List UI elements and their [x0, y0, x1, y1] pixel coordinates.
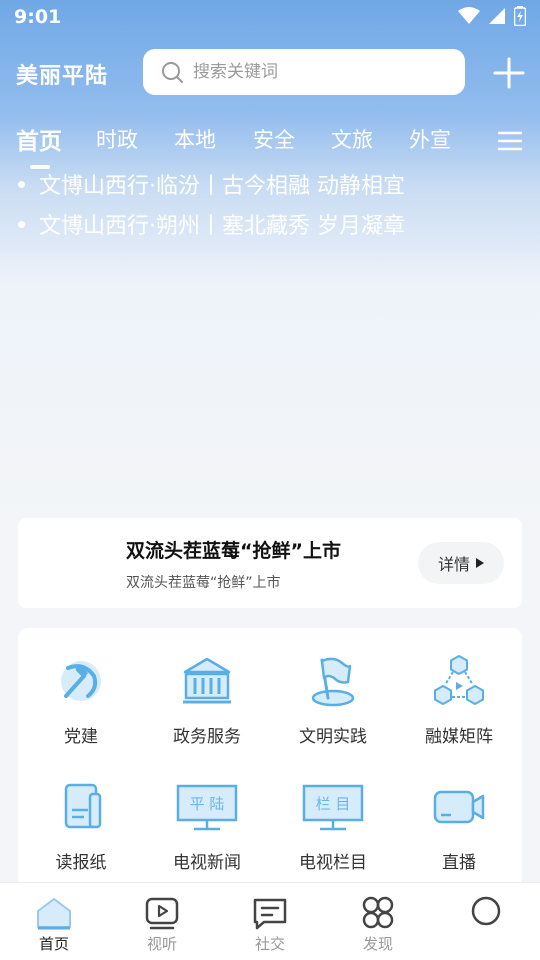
video-play-icon	[145, 897, 179, 930]
service-party-building[interactable]: 党建	[18, 654, 144, 747]
nav-label: 首页	[38, 935, 69, 953]
nav-label: 视听	[146, 935, 177, 953]
status-icons	[458, 6, 526, 26]
nav-label: 发现	[362, 935, 393, 953]
tv-screen-text: 栏 目	[316, 795, 351, 813]
service-label: 电视栏目	[299, 853, 367, 873]
detail-button[interactable]: 详情	[418, 542, 504, 584]
headline-item[interactable]: 文博山西行·朔州丨塞北藏秀 岁月凝章	[18, 208, 405, 240]
service-label: 党建	[64, 727, 98, 747]
nav-audiovisual[interactable]: 视听	[108, 895, 216, 954]
hexagon-matrix-icon	[434, 654, 484, 706]
add-button[interactable]	[492, 56, 526, 90]
headline-text: 文博山西行·临汾丨古今相融 动静相宜	[39, 174, 405, 199]
search-icon	[162, 62, 183, 83]
service-label: 电视新闻	[173, 853, 241, 873]
service-newspaper[interactable]: 读报纸	[18, 780, 144, 873]
service-label: 文明实践	[299, 727, 367, 747]
tab-safety[interactable]: 安全	[253, 124, 295, 154]
tv-news-icon: 平 陆	[176, 784, 238, 831]
notice-card[interactable]: 双流头茬蓝莓“抢鲜”上市 双流头茬蓝莓“抢鲜”上市 详情	[18, 518, 522, 608]
signal-icon	[489, 8, 505, 24]
top-bar: 美丽平陆	[0, 46, 540, 96]
tab-politics[interactable]: 时政	[96, 124, 138, 154]
home-icon	[37, 898, 71, 930]
search-box[interactable]	[143, 49, 465, 95]
service-government[interactable]: 政务服务	[144, 654, 270, 747]
menu-icon[interactable]	[498, 130, 522, 152]
battery-icon	[514, 6, 526, 26]
nav-social[interactable]: 社交	[216, 895, 324, 954]
bottom-nav: 首页 视听 社交 发现	[0, 882, 540, 960]
bullet-icon	[18, 180, 25, 188]
nav-label: 社交	[254, 935, 285, 953]
nav-home[interactable]: 首页	[0, 895, 108, 954]
service-civilization[interactable]: 文明实践	[270, 654, 396, 747]
status-bar: 9:01	[0, 0, 540, 36]
service-label: 融媒矩阵	[425, 727, 493, 747]
notice-title: 双流头茬蓝莓“抢鲜”上市	[126, 540, 341, 562]
nav-profile[interactable]	[432, 895, 540, 933]
tv-column-icon: 栏 目	[302, 784, 364, 831]
chat-icon	[253, 898, 287, 930]
profile-icon	[471, 896, 501, 926]
flag-icon	[311, 657, 355, 707]
nav-discover[interactable]: 发现	[324, 895, 432, 954]
tv-screen-text: 平 陆	[190, 795, 225, 813]
headline-item[interactable]: 文博山西行·临汾丨古今相融 动静相宜	[18, 168, 405, 200]
wifi-icon	[458, 7, 480, 24]
status-time: 9:01	[14, 6, 62, 28]
channel-tabs: 首页 时政 本地 安全 文旅 外宣	[0, 120, 540, 169]
detail-label: 详情	[437, 555, 470, 574]
tab-external[interactable]: 外宣	[409, 124, 451, 154]
newspaper-icon	[64, 783, 102, 829]
government-building-icon	[183, 657, 231, 704]
service-label: 政务服务	[173, 727, 241, 747]
tab-home[interactable]: 首页	[16, 122, 62, 156]
bullet-icon	[18, 220, 25, 228]
headline-text: 文博山西行·朔州丨塞北藏秀 岁月凝章	[39, 214, 405, 239]
discover-icon	[362, 896, 394, 929]
search-input[interactable]	[193, 62, 443, 82]
service-label: 直播	[442, 853, 476, 873]
tab-culture-tourism[interactable]: 文旅	[331, 124, 373, 154]
notice-subtitle: 双流头茬蓝莓“抢鲜”上市	[126, 575, 281, 591]
tab-local[interactable]: 本地	[174, 124, 216, 154]
service-grid: 党建 政务服务 文明实践 融媒矩阵 读报纸 平 陆 电视新闻 栏 目 电视栏目 …	[18, 628, 522, 888]
service-tv-news[interactable]: 平 陆 电视新闻	[144, 780, 270, 873]
play-arrow-icon	[476, 558, 484, 568]
service-tv-column[interactable]: 栏 目 电视栏目	[270, 780, 396, 873]
app-title: 美丽平陆	[16, 64, 109, 89]
service-live[interactable]: 直播	[396, 780, 522, 873]
live-camera-icon	[433, 790, 485, 824]
service-media-matrix[interactable]: 融媒矩阵	[396, 654, 522, 747]
party-emblem-icon	[61, 661, 101, 701]
service-label: 读报纸	[55, 853, 107, 873]
